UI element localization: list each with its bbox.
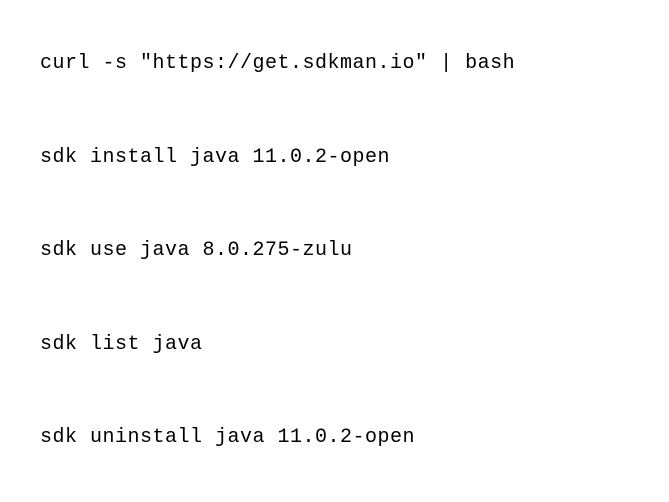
command-line: sdk uninstall java 11.0.2-open [40,424,629,452]
command-line: sdk install java 11.0.2-open [40,144,629,172]
command-line: curl -s "https://get.sdkman.io" | bash [40,50,629,78]
command-line: sdk list java [40,331,629,359]
command-line: sdk use java 8.0.275-zulu [40,237,629,265]
